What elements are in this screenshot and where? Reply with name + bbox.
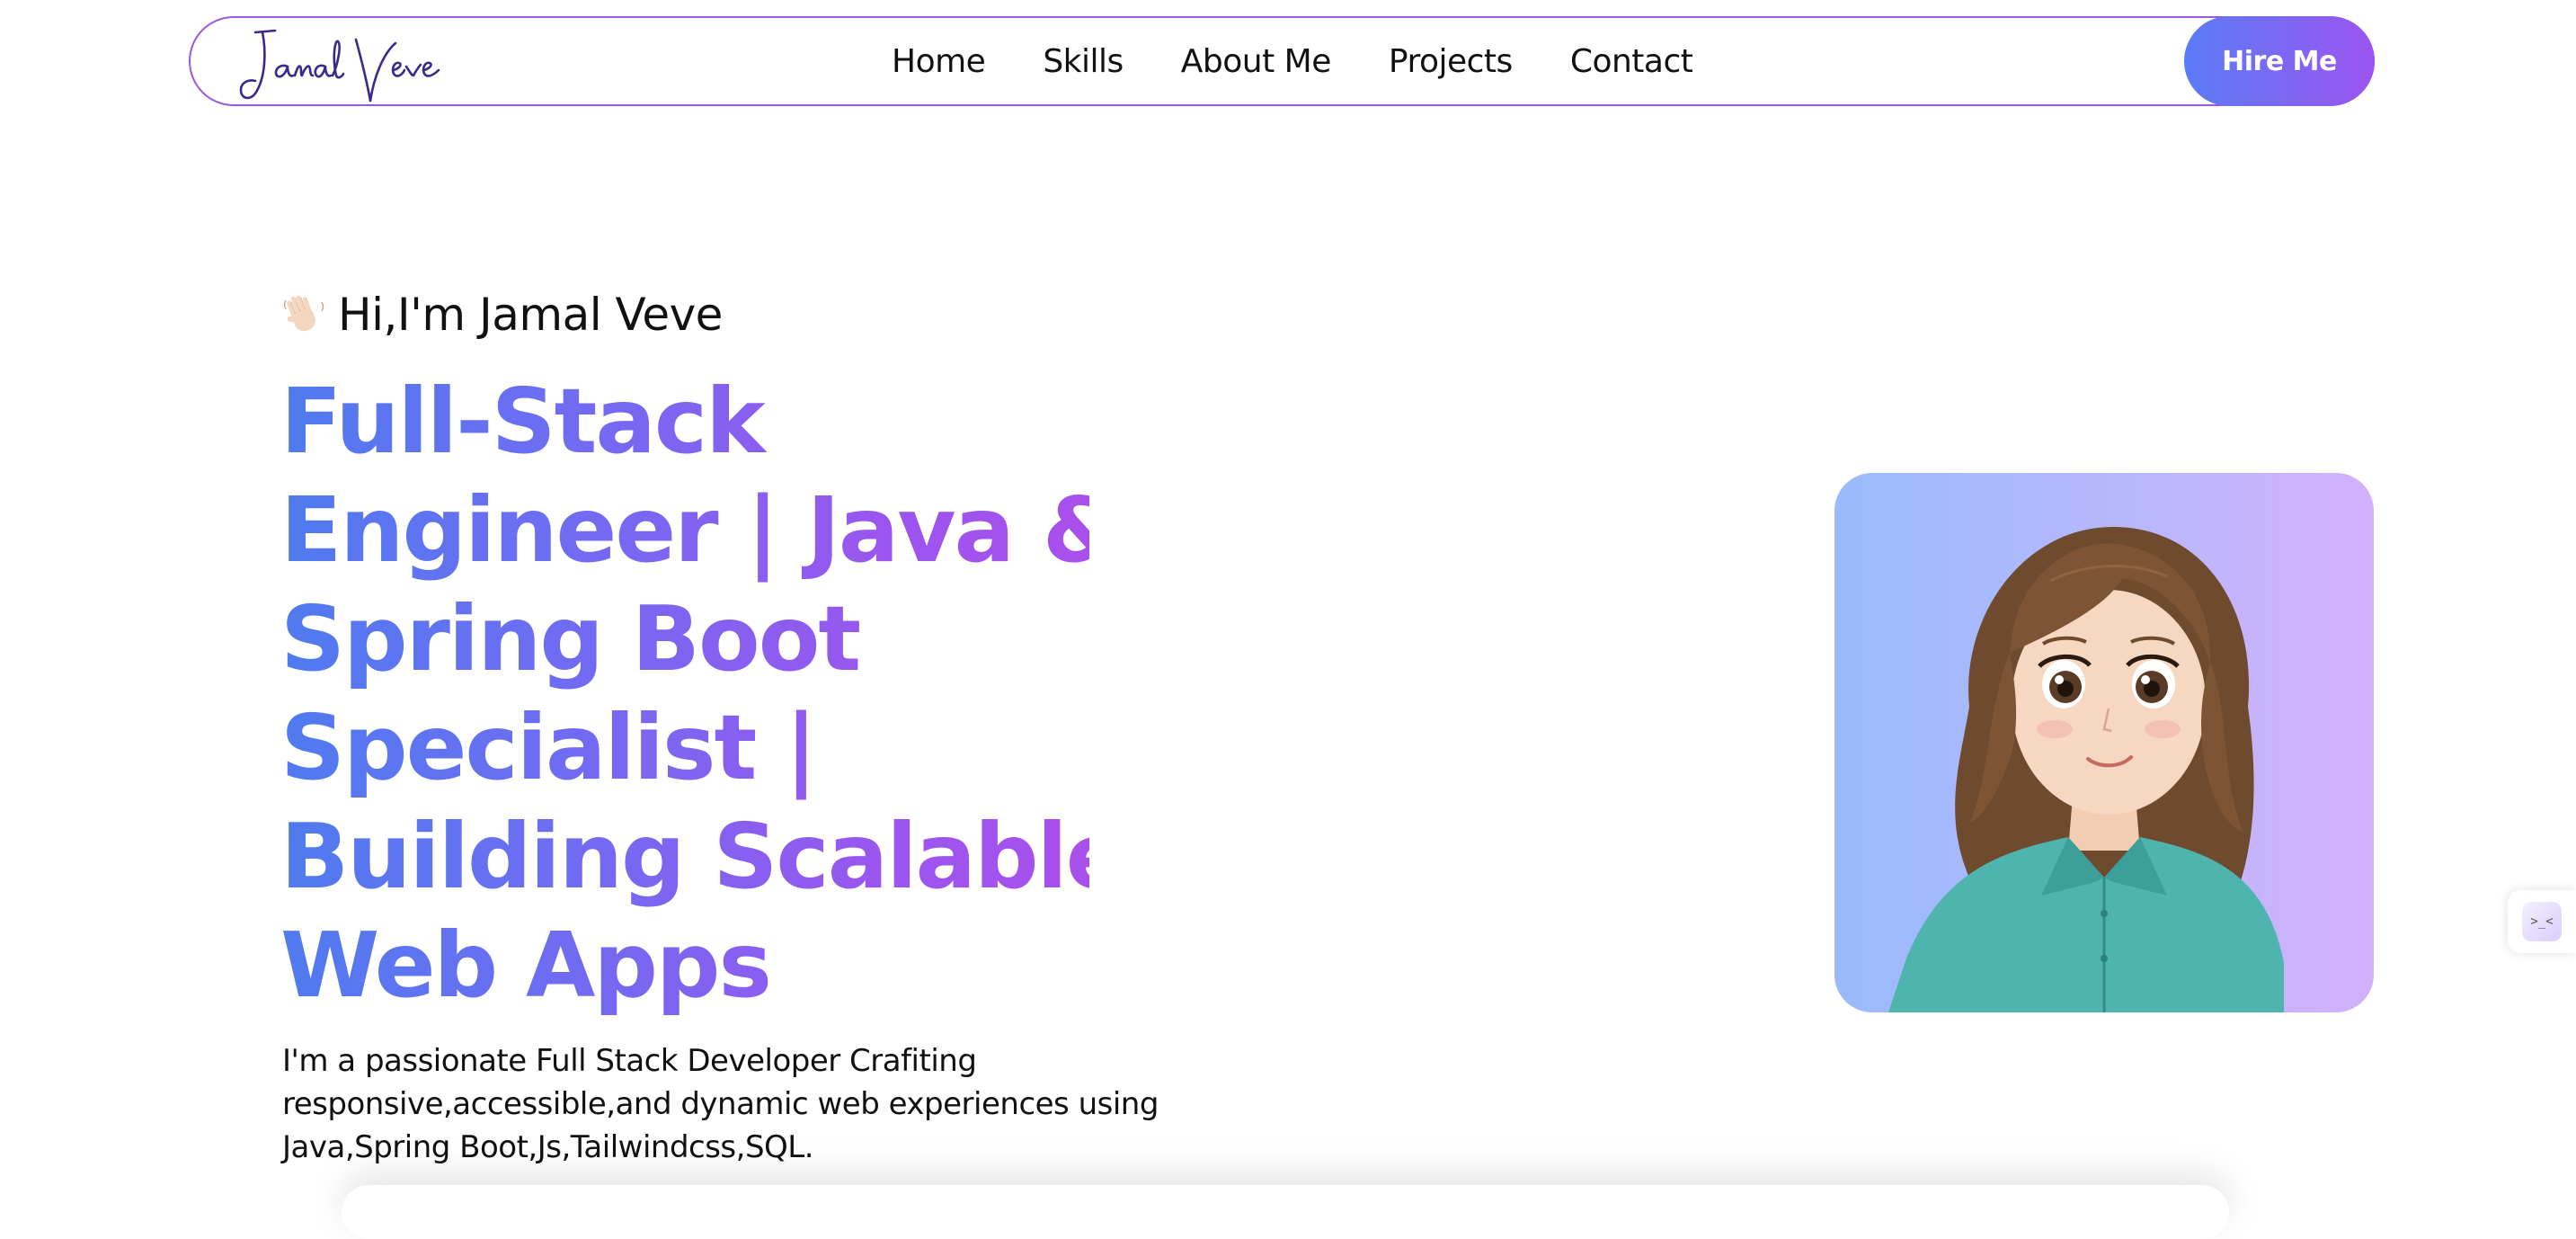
waving-hand-icon (280, 291, 327, 338)
code-brackets-icon: >_< (2522, 902, 2562, 941)
headline-line: Engineer | Java & (280, 477, 1120, 583)
headline-line: Web Apps (280, 913, 771, 1018)
headline-line: Specialist | (280, 695, 816, 800)
headline-line: Spring Boot (280, 586, 860, 691)
brand-logo[interactable] (235, 23, 451, 103)
cartoon-avatar-icon (1888, 527, 2284, 1012)
greeting: Hi,I'm Jamal Veve (280, 284, 723, 345)
main-nav: Home Skills About Me Projects Contact (892, 18, 1693, 104)
hero-headline: Full-Stack Engineer | Java & Spring Boot… (280, 367, 1089, 1020)
description-line: responsive,accessible,and dynamic web ex… (282, 1086, 1159, 1122)
navbar: Home Skills About Me Projects Contact Hi… (189, 16, 2375, 106)
nav-link-projects[interactable]: Projects (1389, 43, 1513, 80)
hero-description: I'm a passionate Full Stack Developer Cr… (282, 1039, 1163, 1169)
signature-logo-icon (239, 29, 440, 103)
greeting-text: Hi,I'm Jamal Veve (338, 289, 723, 341)
hire-me-button[interactable]: Hire Me (2184, 16, 2375, 106)
next-section-edge (342, 1185, 2229, 1239)
nav-link-skills[interactable]: Skills (1043, 43, 1124, 80)
floating-side-widget[interactable]: >_< (2508, 890, 2576, 953)
description-line: I'm a passionate Full Stack Developer Cr… (282, 1043, 977, 1079)
nav-link-contact[interactable]: Contact (1570, 43, 1693, 80)
headline-line: Building Scalable (280, 804, 1125, 909)
description-line: Java,Spring Boot,Js,Tailwindcss,SQL. (282, 1129, 814, 1165)
headline-line: Full-Stack (280, 369, 764, 474)
nav-link-home[interactable]: Home (892, 43, 986, 80)
avatar-card (1834, 473, 2374, 1012)
nav-link-about-me[interactable]: About Me (1181, 43, 1332, 80)
